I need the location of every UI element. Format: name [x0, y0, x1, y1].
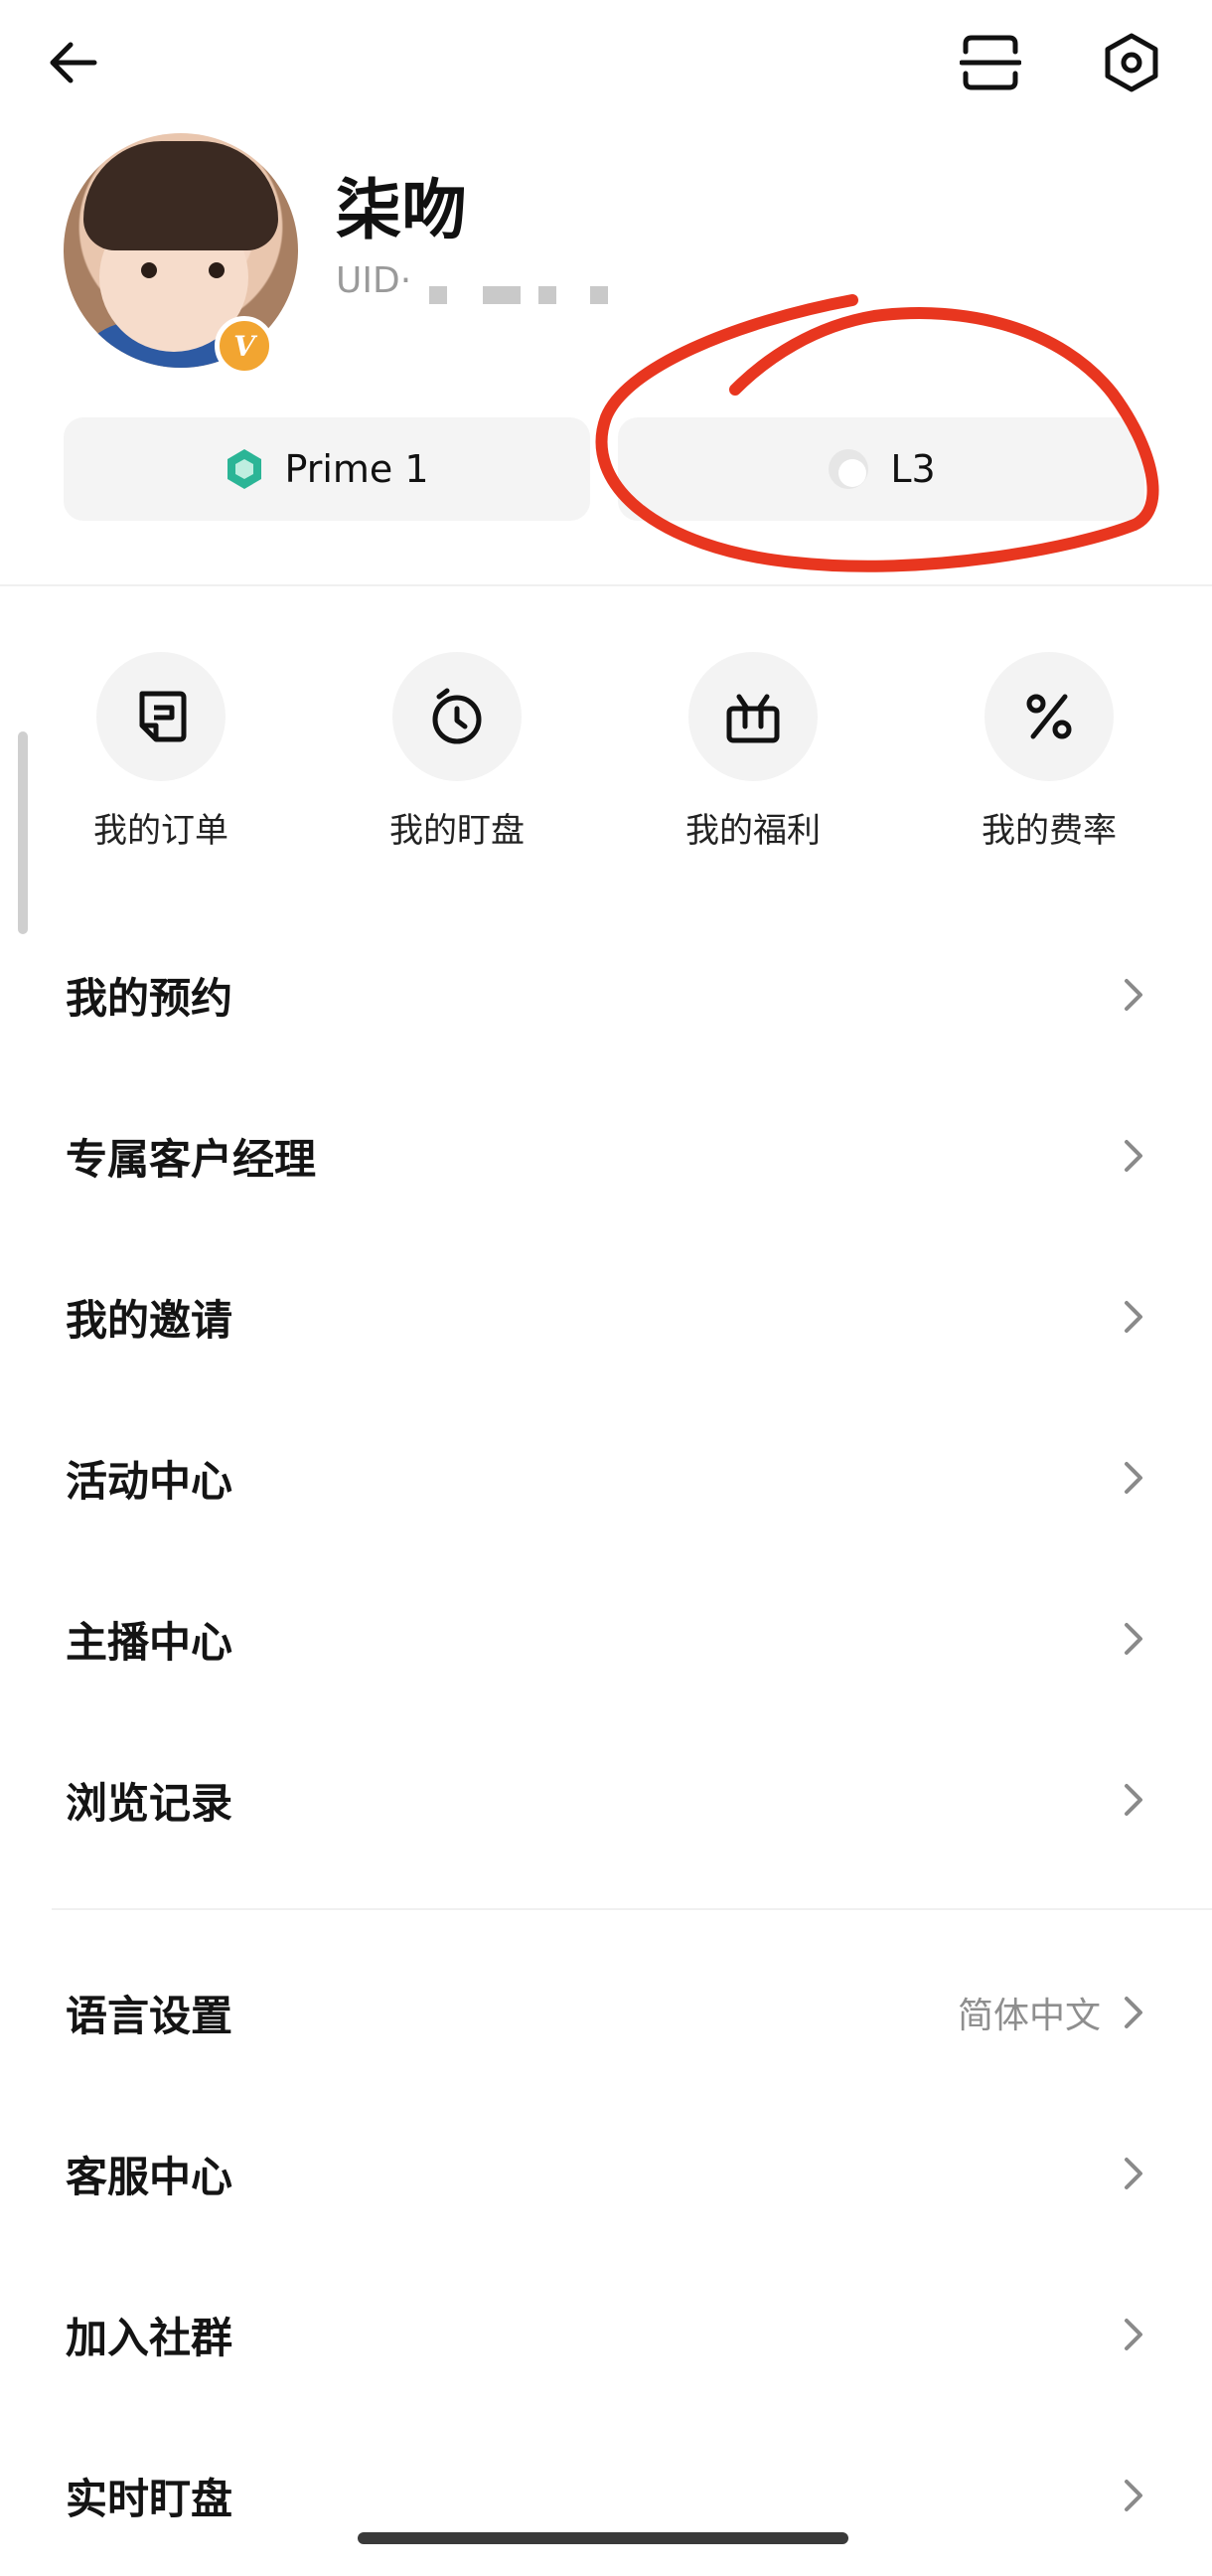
menu-item-appointments[interactable]: 我的预约 [0, 914, 1212, 1075]
scan-icon [960, 35, 1021, 90]
chevron-right-icon [1125, 1301, 1142, 1333]
menu-item-label: 专属客户经理 [66, 1134, 317, 1184]
chevron-right-icon [1125, 1462, 1142, 1494]
chevron-right-icon [1125, 2319, 1142, 2350]
menu-item-streamer-center[interactable]: 主播中心 [0, 1558, 1212, 1719]
back-button[interactable] [40, 28, 109, 97]
chevron-right-icon [1125, 979, 1142, 1011]
menu-item-label: 语言设置 [66, 1991, 233, 2040]
red-circle-annotation [595, 294, 1159, 572]
scan-button[interactable] [956, 28, 1025, 97]
quick-action-benefits[interactable]: 我的福利 [654, 652, 852, 852]
menu-item-label: 客服中心 [66, 2152, 233, 2201]
percent-icon [1026, 694, 1072, 739]
home-indicator[interactable] [358, 2532, 848, 2544]
gift-box-icon [726, 694, 780, 743]
uid-label: UID· [336, 260, 412, 301]
section-divider [0, 584, 1212, 586]
quick-action-watchlist[interactable]: 我的盯盘 [358, 652, 556, 852]
verified-badge: V [215, 316, 274, 376]
quick-action-label: 我的盯盘 [389, 811, 525, 851]
settings-button[interactable] [1097, 28, 1166, 97]
section-divider [52, 1908, 1212, 1910]
prime-hexagon-icon [227, 449, 262, 489]
chevron-right-icon [1125, 1140, 1142, 1172]
chevron-right-icon [1125, 1784, 1142, 1816]
menu-item-customer-service[interactable]: 客服中心 [0, 2093, 1212, 2254]
menu-item-label: 实时盯盘 [66, 2474, 233, 2523]
username: 柒吻 [336, 172, 467, 248]
menu-item-events[interactable]: 活动中心 [0, 1397, 1212, 1558]
menu-item-label: 浏览记录 [66, 1778, 233, 1828]
menu-item-label: 主播中心 [66, 1617, 233, 1667]
quick-action-label: 我的福利 [685, 811, 821, 851]
menu-item-account-manager[interactable]: 专属客户经理 [0, 1075, 1212, 1236]
menu-item-live-watch[interactable]: 实时盯盘 [0, 2415, 1212, 2576]
menu-item-label: 加入社群 [66, 2313, 233, 2362]
quick-action-label: 我的费率 [982, 811, 1117, 851]
menu-item-label: 我的预约 [66, 973, 233, 1023]
arrow-left-icon [50, 42, 97, 83]
chevron-right-icon [1125, 2480, 1142, 2511]
chevron-right-icon [1125, 1623, 1142, 1655]
quick-action-fees[interactable]: 我的费率 [950, 652, 1148, 852]
menu-item-history[interactable]: 浏览记录 [0, 1719, 1212, 1880]
language-value: 简体中文 [957, 1996, 1101, 2036]
quick-action-orders[interactable]: 我的订单 [62, 652, 260, 852]
hexagon-settings-icon [1105, 33, 1158, 92]
clock-watch-icon [432, 688, 482, 744]
prime-level-label: Prime 1 [284, 447, 429, 491]
scrollbar[interactable] [18, 731, 28, 934]
chevron-right-icon [1125, 1997, 1142, 2028]
menu-item-invitations[interactable]: 我的邀请 [0, 1236, 1212, 1397]
menu-item-label: 我的邀请 [66, 1295, 233, 1345]
orders-icon [139, 691, 187, 742]
menu-item-join-community[interactable]: 加入社群 [0, 2254, 1212, 2415]
prime-level-pill[interactable]: Prime 1 [64, 417, 590, 521]
quick-action-label: 我的订单 [93, 811, 228, 851]
chevron-right-icon [1125, 2158, 1142, 2189]
menu-item-label: 活动中心 [66, 1456, 233, 1506]
menu-item-language[interactable]: 语言设置 简体中文 [0, 1932, 1212, 2093]
